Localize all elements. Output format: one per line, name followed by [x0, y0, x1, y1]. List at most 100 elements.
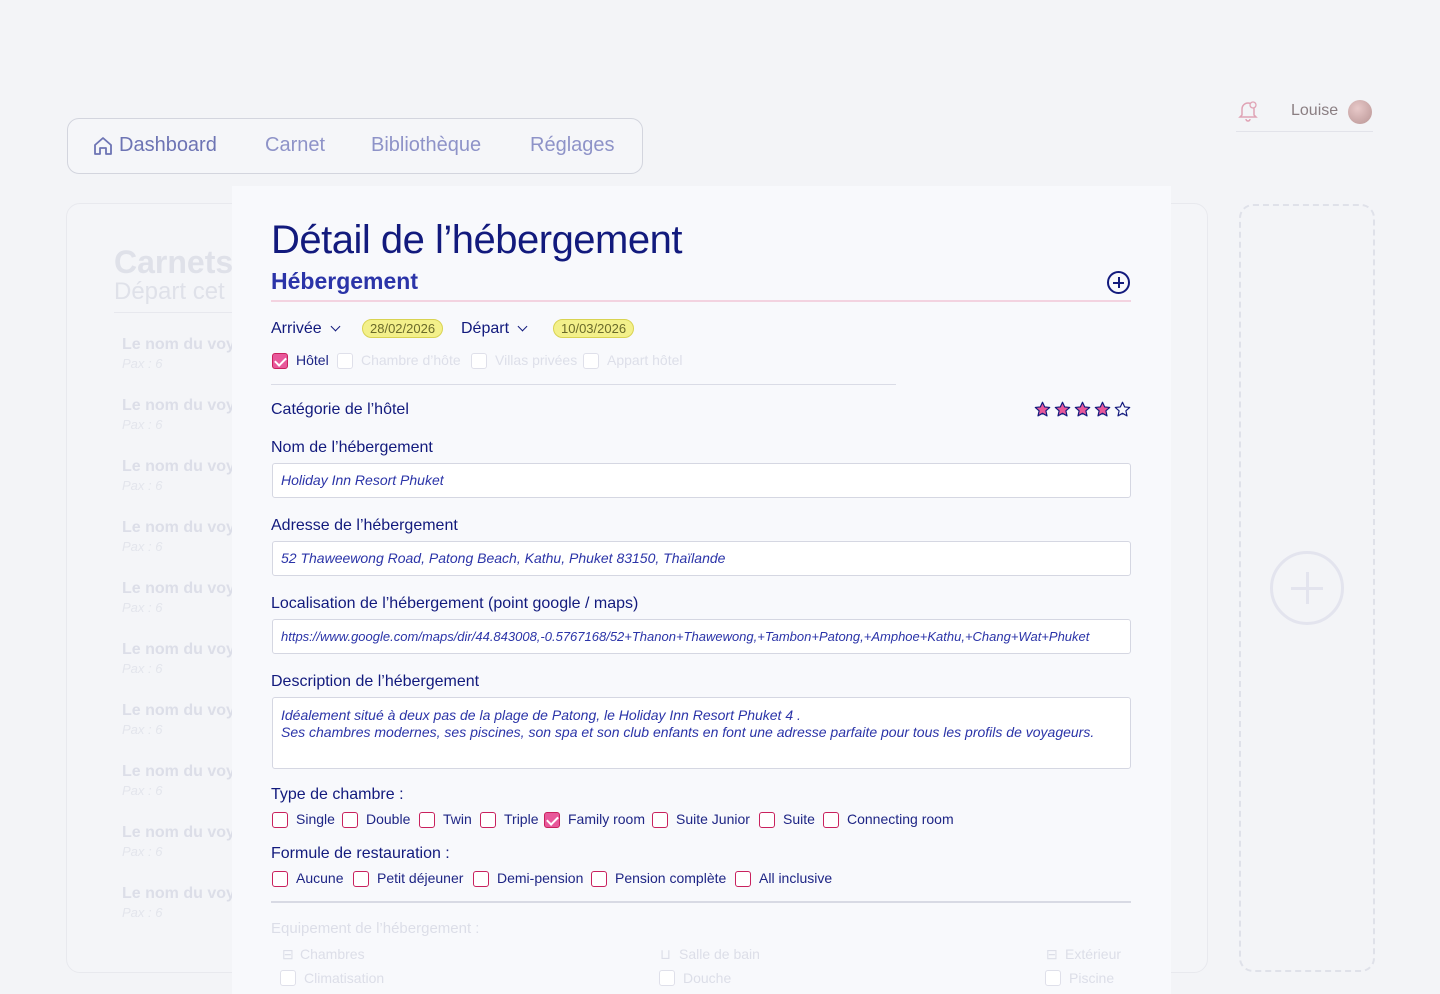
list-item-name: Le nom du voy [122, 702, 235, 719]
add-circle-icon[interactable] [1107, 271, 1130, 294]
list-item-name: Le nom du voy [122, 336, 235, 353]
meal-checkbox[interactable] [473, 871, 489, 887]
star-filled-icon[interactable] [1034, 401, 1051, 418]
departure-date-pill[interactable]: 10/03/2026 [553, 319, 635, 338]
modal-title: Détail de l’hébergement [271, 218, 682, 262]
list-item-pax: Pax : 6 [122, 722, 163, 737]
meal-label: Pension complète [615, 870, 727, 886]
checkbox-villas[interactable] [471, 353, 487, 369]
avatar[interactable] [1348, 100, 1372, 124]
description-label: Description de l’hébergement [271, 673, 480, 690]
room-type-checkbox[interactable] [652, 812, 668, 828]
add-circle-icon[interactable] [1270, 551, 1344, 625]
list-item-pax: Pax : 6 [122, 783, 163, 798]
list-item-pax: Pax : 6 [122, 600, 163, 615]
room-type-checkbox[interactable] [759, 812, 775, 828]
equipment-item: Climatisation [304, 970, 385, 986]
equipment-group-title: Chambres [300, 946, 365, 962]
equipment-item: Douche [683, 970, 732, 986]
departure-dropdown[interactable]: Départ [461, 320, 528, 338]
meal-label: Formule de restauration : [271, 845, 450, 862]
arrival-date-pill[interactable]: 28/02/2026 [362, 319, 444, 338]
description-line: Idéalement situé à deux pas de la plage … [281, 707, 801, 723]
background-title: Carnets [114, 244, 234, 280]
divider [271, 901, 1131, 903]
list-item-pax: Pax : 6 [122, 478, 163, 493]
room-type-checkbox[interactable] [823, 812, 839, 828]
room-type-checkbox[interactable] [480, 812, 496, 828]
equipment-label: Equipement de l’hébergement : [271, 920, 480, 937]
user-name[interactable]: Louise [1291, 102, 1338, 120]
nav-bibliotheque[interactable]: Bibliothèque [371, 134, 481, 157]
address-input[interactable]: 52 Thaweewong Road, Patong Beach, Kathu,… [272, 541, 1131, 576]
bed-icon: ⊟ [282, 946, 294, 962]
room-type-label: Twin [443, 811, 472, 827]
room-type-checkbox[interactable] [342, 812, 358, 828]
name-input[interactable]: Holiday Inn Resort Phuket [272, 463, 1131, 498]
star-filled-icon[interactable] [1054, 401, 1071, 418]
equipment-group-title: Extérieur [1065, 946, 1122, 962]
room-type-label: Single [296, 811, 335, 827]
meal-checkbox[interactable] [735, 871, 751, 887]
background-subtitle: Départ cet [114, 278, 225, 305]
room-type-checkbox[interactable] [544, 812, 560, 828]
room-type-label: Triple [504, 811, 539, 827]
checkbox-hotel[interactable] [272, 353, 288, 369]
list-item-name: Le nom du voy [122, 641, 235, 658]
list-item-name: Le nom du voy [122, 397, 235, 414]
location-input[interactable]: https://www.google.com/maps/dir/44.84300… [272, 619, 1131, 654]
checkbox-appart[interactable] [583, 353, 599, 369]
room-type-checkbox[interactable] [419, 812, 435, 828]
meal-label: Petit déjeuner [377, 870, 464, 886]
list-item-pax: Pax : 6 [122, 661, 163, 676]
checkbox-equipment[interactable] [1045, 970, 1061, 986]
star-filled-icon[interactable] [1074, 401, 1091, 418]
list-item-name: Le nom du voy [122, 885, 235, 902]
nav-carnet[interactable]: Carnet [265, 134, 325, 157]
meal-checkbox[interactable] [272, 871, 288, 887]
list-item-pax: Pax : 6 [122, 844, 163, 859]
checkbox-label: Villas privées [495, 352, 578, 368]
meal-checkbox[interactable] [591, 871, 607, 887]
checkbox-equipment[interactable] [280, 970, 296, 986]
star-filled-icon[interactable] [1094, 401, 1111, 418]
room-type-checkbox[interactable] [272, 812, 288, 828]
room-type-label: Type de chambre : [271, 786, 404, 803]
nav-reglages[interactable]: Réglages [530, 134, 615, 157]
nav-dashboard[interactable]: Dashboard [119, 134, 217, 157]
meal-label: Aucune [296, 870, 344, 886]
description-line: Ses chambres modernes, ses piscines, son… [281, 724, 1095, 740]
address-label: Adresse de l’hébergement [271, 517, 458, 534]
category-label: Catégorie de l’hôtel [271, 401, 409, 418]
list-item-name: Le nom du voy [122, 763, 235, 780]
arrival-label: Arrivée [271, 320, 322, 337]
bath-icon: ⊔ [660, 946, 671, 962]
list-item-name: Le nom du voy [122, 580, 235, 597]
notification-bell-icon[interactable] [1238, 100, 1258, 122]
room-type-label: Double [366, 811, 411, 827]
checkbox-chambre-hote[interactable] [337, 353, 353, 369]
list-item-name: Le nom du voy [122, 519, 235, 536]
home-icon [94, 137, 112, 155]
arrival-dropdown[interactable]: Arrivée [271, 320, 341, 338]
meal-label: Demi-pension [497, 870, 584, 886]
section-title: Hébergement [271, 268, 418, 294]
room-type-label: Suite [783, 811, 815, 827]
list-item-pax: Pax : 6 [122, 417, 163, 432]
meal-checkbox[interactable] [353, 871, 369, 887]
location-label: Localisation de l’hébergement (point goo… [271, 595, 639, 612]
room-type-label: Suite Junior [676, 811, 750, 827]
divider [271, 384, 896, 385]
room-type-label: Family room [568, 811, 646, 827]
name-label: Nom de l’hébergement [271, 439, 433, 456]
star-empty-icon[interactable] [1114, 401, 1131, 418]
list-item-pax: Pax : 6 [122, 539, 163, 554]
list-item-pax: Pax : 6 [122, 905, 163, 920]
checkbox-label: Hôtel [296, 352, 329, 368]
outdoor-icon: ⊟ [1046, 946, 1058, 962]
main-nav: Dashboard Carnet Bibliothèque Réglages [67, 118, 643, 174]
checkbox-equipment[interactable] [659, 970, 675, 986]
checkbox-label: Chambre d’hôte [361, 352, 461, 368]
description-textarea[interactable]: Idéalement situé à deux pas de la plage … [272, 697, 1131, 769]
divider [114, 312, 234, 313]
